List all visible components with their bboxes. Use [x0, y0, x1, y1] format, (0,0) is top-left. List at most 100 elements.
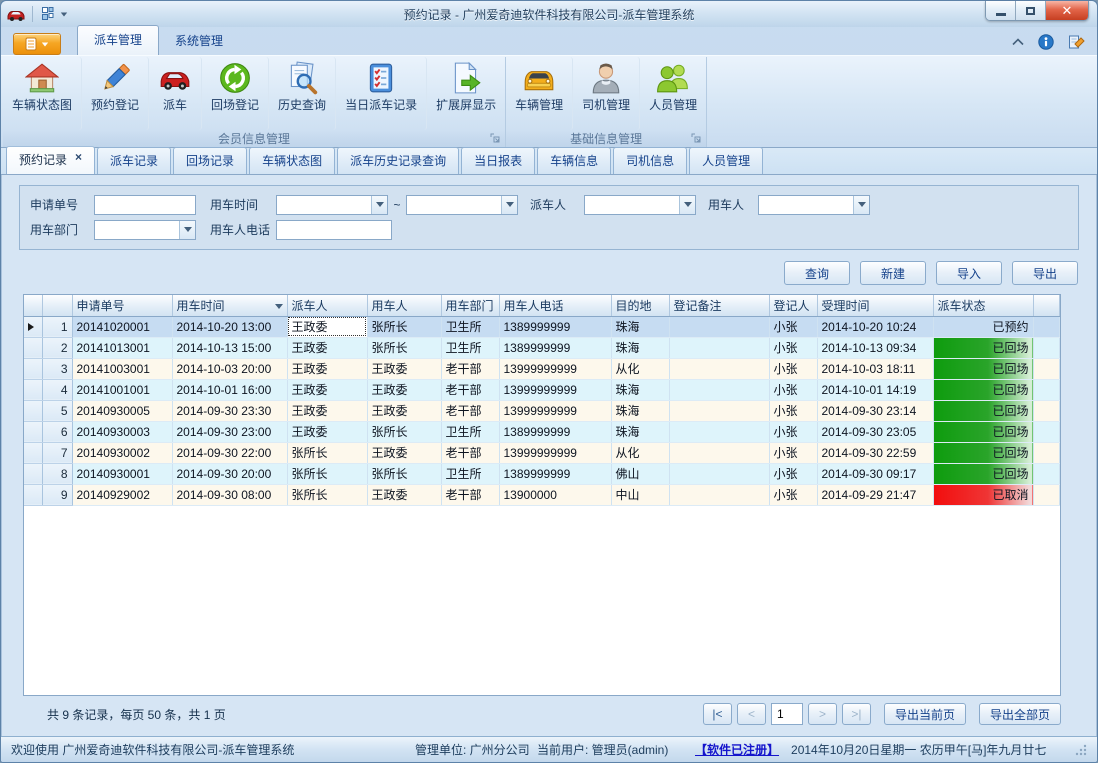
cell[interactable]: 卫生所 [441, 316, 499, 337]
create-button[interactable]: 新建 [860, 261, 926, 285]
ribbon-button-vehicle-status-map[interactable]: 车辆状态图 [3, 57, 82, 130]
cell[interactable] [669, 421, 769, 442]
cell[interactable]: 张所长 [367, 316, 441, 337]
cell[interactable]: 佛山 [611, 463, 669, 484]
cell[interactable] [669, 316, 769, 337]
cell[interactable]: 王政委 [367, 484, 441, 505]
cell[interactable]: 张所长 [287, 463, 367, 484]
collapse-ribbon-chevron-icon[interactable] [1012, 38, 1024, 46]
column-header-2[interactable]: 派车人 [287, 295, 367, 316]
status-cell[interactable]: 已预约 [933, 316, 1033, 337]
dispatcher-combo[interactable] [584, 195, 696, 215]
use-time-to-combo[interactable] [406, 195, 518, 215]
cell[interactable]: 小张 [769, 358, 817, 379]
doc-tab-daily-report[interactable]: 当日报表 [461, 147, 535, 174]
cell[interactable]: 2014-09-30 23:14 [817, 400, 933, 421]
cell[interactable]: 王政委 [287, 337, 367, 358]
cell[interactable]: 王政委 [367, 358, 441, 379]
dropdown-button[interactable] [371, 196, 387, 214]
cell[interactable]: 2014-10-01 16:00 [172, 379, 287, 400]
minimize-button[interactable] [986, 1, 1016, 20]
cell[interactable]: 2014-09-30 23:30 [172, 400, 287, 421]
cell[interactable]: 20141013001 [72, 337, 172, 358]
car-user-combo[interactable] [758, 195, 870, 215]
column-header-9[interactable]: 受理时间 [817, 295, 933, 316]
status-cell[interactable]: 已取消 [933, 484, 1033, 505]
doc-tab-vehicle-info[interactable]: 车辆信息 [537, 147, 611, 174]
cell[interactable]: 卫生所 [441, 421, 499, 442]
cell[interactable]: 2014-09-30 09:17 [817, 463, 933, 484]
ribbon-tab-dispatch[interactable]: 派车管理 [77, 25, 159, 55]
license-registered-link[interactable]: 【软件已注册】 [695, 741, 779, 758]
ribbon-button-driver-management[interactable]: 司机管理 [573, 57, 640, 130]
cell[interactable]: 1389999999 [499, 316, 611, 337]
cell[interactable]: 2014-09-30 23:00 [172, 421, 287, 442]
dialog-launcher-icon[interactable] [691, 133, 702, 144]
column-header-5[interactable]: 用车人电话 [499, 295, 611, 316]
cell[interactable]: 2014-10-20 10:24 [817, 316, 933, 337]
status-cell[interactable]: 已回场 [933, 337, 1033, 358]
sort-filter-icon[interactable] [275, 304, 283, 309]
cell[interactable]: 珠海 [611, 316, 669, 337]
application-menu-button[interactable] [13, 33, 61, 55]
export-button[interactable]: 导出 [1012, 261, 1078, 285]
doc-tab-dispatch-history-query[interactable]: 派车历史记录查询 [337, 147, 459, 174]
cell[interactable] [669, 442, 769, 463]
quick-access-layout-icon[interactable] [40, 6, 56, 22]
ribbon-button-history-query[interactable]: 历史查询 [269, 57, 336, 130]
import-button[interactable]: 导入 [936, 261, 1002, 285]
cell[interactable]: 珠海 [611, 400, 669, 421]
ribbon-tab-system[interactable]: 系统管理 [159, 27, 239, 55]
column-header-6[interactable]: 目的地 [611, 295, 669, 316]
cell[interactable]: 小张 [769, 316, 817, 337]
cell[interactable]: 从化 [611, 358, 669, 379]
maximize-button[interactable] [1016, 1, 1046, 20]
cell[interactable]: 张所长 [367, 463, 441, 484]
phone-input[interactable] [276, 220, 392, 240]
cell[interactable]: 2014-10-13 09:34 [817, 337, 933, 358]
cell[interactable]: 20140930005 [72, 400, 172, 421]
cell[interactable]: 2014-09-30 08:00 [172, 484, 287, 505]
skin-style-icon[interactable] [1068, 34, 1085, 50]
ribbon-button-personnel-management[interactable]: 人员管理 [640, 57, 706, 130]
cell[interactable]: 20140929002 [72, 484, 172, 505]
cell[interactable]: 小张 [769, 379, 817, 400]
cell[interactable]: 小张 [769, 400, 817, 421]
cell[interactable]: 王政委 [367, 400, 441, 421]
doc-tab-personnel-management[interactable]: 人员管理 [689, 147, 763, 174]
cell[interactable]: 13999999999 [499, 400, 611, 421]
cell[interactable]: 小张 [769, 442, 817, 463]
ribbon-button-vehicle-management[interactable]: 车辆管理 [506, 57, 573, 130]
cell[interactable]: 2014-10-20 13:00 [172, 316, 287, 337]
dept-combo[interactable] [94, 220, 196, 240]
cell[interactable]: 2014-09-29 21:47 [817, 484, 933, 505]
cell[interactable]: 从化 [611, 442, 669, 463]
column-header-10[interactable]: 派车状态 [933, 295, 1033, 316]
cell[interactable]: 王政委 [367, 379, 441, 400]
cell[interactable]: 2014-10-13 15:00 [172, 337, 287, 358]
status-cell[interactable]: 已回场 [933, 379, 1033, 400]
export-current-page-button[interactable]: 导出当前页 [884, 703, 966, 725]
cell[interactable]: 老干部 [441, 379, 499, 400]
dialog-launcher-icon[interactable] [490, 133, 501, 144]
dropdown-button[interactable] [179, 221, 195, 239]
resize-grip[interactable] [1075, 744, 1087, 756]
cell[interactable] [669, 337, 769, 358]
info-icon[interactable] [1038, 34, 1054, 50]
prev-page-button[interactable]: < [737, 703, 766, 725]
cell[interactable]: 老干部 [441, 484, 499, 505]
ribbon-button-dispatch[interactable]: 派车 [149, 57, 202, 130]
use-time-from-combo[interactable] [276, 195, 388, 215]
ribbon-button-today-dispatch-records[interactable]: 当日派车记录 [336, 57, 427, 130]
close-tab-icon[interactable]: × [75, 151, 82, 168]
doc-tab-driver-info[interactable]: 司机信息 [613, 147, 687, 174]
cell[interactable]: 2014-09-30 22:00 [172, 442, 287, 463]
column-header-3[interactable]: 用车人 [367, 295, 441, 316]
cell[interactable]: 13999999999 [499, 442, 611, 463]
cell[interactable]: 2014-09-30 23:05 [817, 421, 933, 442]
ribbon-button-return-register[interactable]: 回场登记 [202, 57, 269, 130]
cell[interactable]: 2014-10-03 18:11 [817, 358, 933, 379]
cell[interactable] [669, 379, 769, 400]
status-cell[interactable]: 已回场 [933, 442, 1033, 463]
cell[interactable]: 王政委 [287, 358, 367, 379]
